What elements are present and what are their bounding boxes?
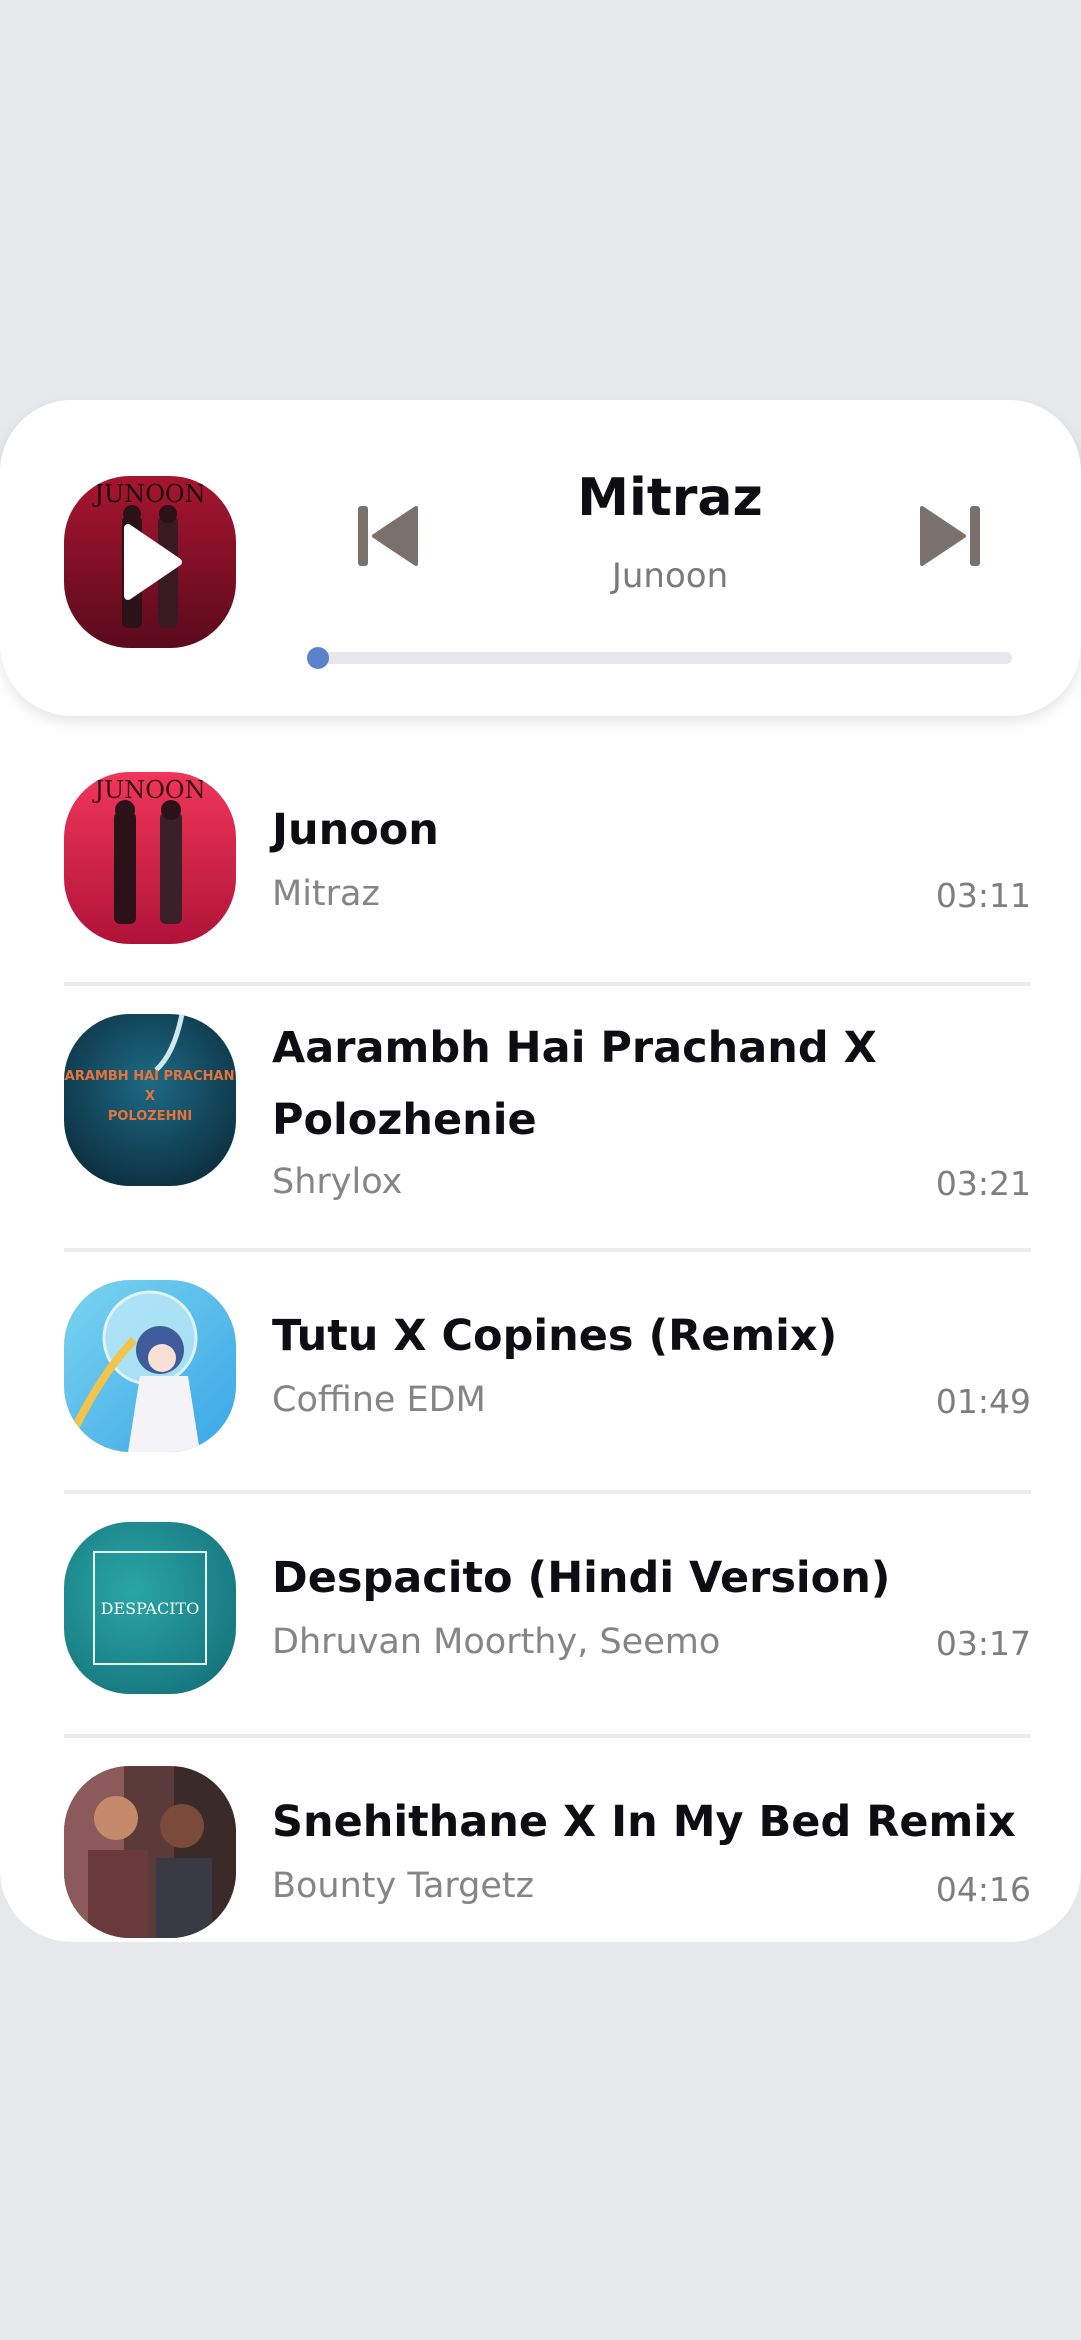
divider — [64, 982, 1031, 986]
divider — [64, 1248, 1031, 1252]
track-duration: 03:21 — [935, 1164, 1031, 1203]
track-duration: 03:11 — [935, 876, 1031, 915]
track-cover — [64, 1280, 236, 1452]
track-cover: JUNOON — [64, 772, 236, 944]
track-list-item[interactable]: Snehithane X In My Bed Remix Bounty Targ… — [0, 1766, 1081, 1942]
skip-next-icon — [920, 506, 980, 566]
track-artist: Dhruvan Moorthy, Seemo — [272, 1622, 721, 1662]
track-title: Aarambh Hai Prachand X Polozhenie — [272, 1023, 877, 1145]
progress-knob[interactable] — [307, 647, 329, 669]
track-artist: Coffine EDM — [272, 1380, 486, 1420]
track-artist: Shrylox — [272, 1162, 403, 1202]
track-title: Snehithane X In My Bed Remix — [272, 1797, 1016, 1847]
track-list-item[interactable]: DESPACITO Despacito (Hindi Version) Dhru… — [0, 1522, 1081, 1732]
now-playing-cover: JUNOON — [64, 476, 236, 648]
svg-text:POLOZEHNI: POLOZEHNI — [108, 1109, 192, 1124]
skip-next-button[interactable] — [918, 504, 982, 568]
track-duration: 04:16 — [935, 1870, 1031, 1909]
divider — [64, 1490, 1031, 1494]
skip-previous-button[interactable] — [356, 504, 420, 568]
track-cover — [64, 1766, 236, 1938]
svg-text:X: X — [145, 1089, 155, 1104]
cover-text: JUNOON — [91, 776, 205, 804]
now-playing-title: Mitraz — [577, 468, 763, 528]
play-button[interactable] — [64, 476, 236, 648]
track-duration: 01:49 — [935, 1382, 1031, 1421]
track-title: Despacito (Hindi Version) — [272, 1553, 891, 1603]
progress-bar[interactable] — [307, 647, 1012, 669]
divider — [64, 1734, 1031, 1738]
cover-text: DESPACITO — [101, 1599, 200, 1618]
track-artist: Bounty Targetz — [272, 1866, 535, 1906]
track-title: Junoon — [272, 805, 439, 855]
track-list-item[interactable]: JUNOON Junoon Mitraz 03:11 — [0, 770, 1081, 986]
track-duration: 03:17 — [935, 1624, 1031, 1663]
track-artist: Mitraz — [272, 874, 380, 914]
svg-text:AARAMBH HAI PRACHAND: AARAMBH HAI PRACHAND — [64, 1069, 236, 1084]
track-list-item[interactable]: AARAMBH HAI PRACHAND X POLOZEHNI Aarambh… — [0, 1012, 1081, 1244]
track-cover: DESPACITO — [64, 1522, 236, 1694]
now-playing-panel: JUNOON Mitraz Junoon — [0, 400, 1081, 716]
skip-previous-icon — [358, 506, 418, 566]
track-title: Tutu X Copines (Remix) — [272, 1311, 838, 1361]
track-list-item[interactable]: Tutu X Copines (Remix) Coffine EDM 01:49 — [0, 1280, 1081, 1488]
play-icon — [124, 524, 182, 600]
now-playing-artist: Junoon — [611, 556, 729, 596]
track-cover: AARAMBH HAI PRACHAND X POLOZEHNI — [64, 1014, 236, 1186]
